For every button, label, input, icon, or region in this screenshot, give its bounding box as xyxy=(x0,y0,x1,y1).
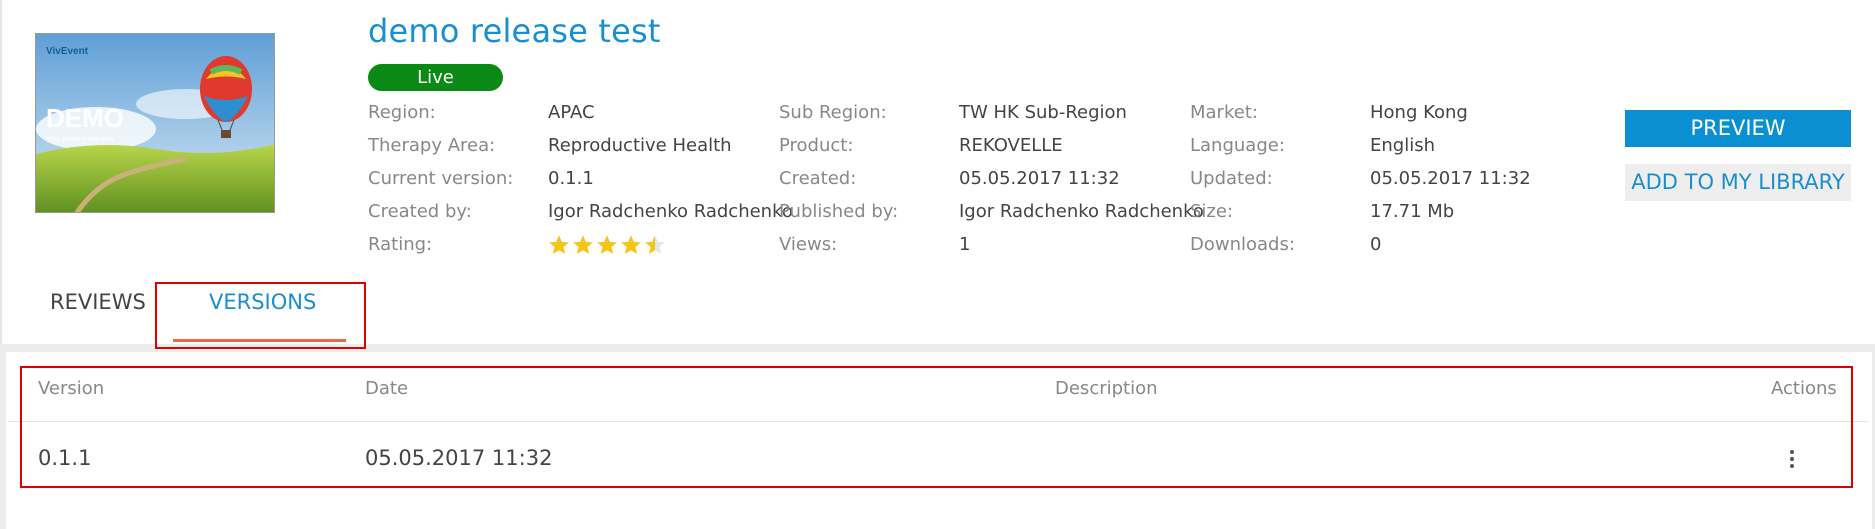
star-icon xyxy=(621,235,641,254)
subregion-value: TW HK Sub-Region xyxy=(959,102,1127,123)
updated-label: Updated: xyxy=(1190,168,1273,189)
meta-labels-col2: Sub Region: Product: Created: Published … xyxy=(779,96,898,261)
views-value: 1 xyxy=(959,234,971,255)
size-value: 17.71 Mb xyxy=(1370,201,1455,222)
thumbnail-brand-text: VivEvent xyxy=(46,46,89,57)
therapy-label: Therapy Area: xyxy=(368,135,496,156)
meta-labels-col3: Market: Language: Updated: Size: Downloa… xyxy=(1190,96,1295,261)
views-label: Views: xyxy=(779,234,838,255)
subregion-label: Sub Region: xyxy=(779,102,887,123)
rating-stars xyxy=(548,228,793,261)
created-label: Created: xyxy=(779,168,857,189)
region-label: Region: xyxy=(368,102,436,123)
product-label: Product: xyxy=(779,135,854,156)
status-badge: Live xyxy=(368,64,503,91)
star-icon xyxy=(573,235,593,254)
asset-title: demo release test xyxy=(368,12,661,50)
updated-value: 05.05.2017 11:32 xyxy=(1370,168,1531,189)
highlight-box-versions-table xyxy=(20,366,1853,488)
rating-label: Rating: xyxy=(368,234,433,255)
market-value: Hong Kong xyxy=(1370,102,1468,123)
size-label: Size: xyxy=(1190,201,1234,222)
published-by-value: Igor Radchenko Radchenko xyxy=(959,201,1204,222)
region-value: APAC xyxy=(548,102,595,123)
thumbnail-tagline: Your smart e-detailing xyxy=(46,136,114,143)
created-value: 05.05.2017 11:32 xyxy=(959,168,1120,189)
created-by-value: Igor Radchenko Radchenko xyxy=(548,201,793,222)
market-label: Market: xyxy=(1190,102,1258,123)
downloads-value: 0 xyxy=(1370,234,1382,255)
created-by-label: Created by: xyxy=(368,201,472,222)
star-icon xyxy=(549,235,569,254)
thumbnail-demo-text: DEMO xyxy=(46,103,124,133)
meta-labels-col1: Region: Therapy Area: Current version: C… xyxy=(368,96,513,261)
meta-values-col2: TW HK Sub-Region REKOVELLE 05.05.2017 11… xyxy=(959,96,1204,261)
language-value: English xyxy=(1370,135,1435,156)
tab-reviews[interactable]: REVIEWS xyxy=(50,290,146,314)
add-to-library-button[interactable]: ADD TO MY LIBRARY xyxy=(1625,164,1851,201)
downloads-label: Downloads: xyxy=(1190,234,1295,255)
star-icon xyxy=(645,235,665,254)
published-by-label: Published by: xyxy=(779,201,899,222)
highlight-box-versions-tab xyxy=(155,282,366,349)
meta-values-col1: APAC Reproductive Health 0.1.1 Igor Radc… xyxy=(548,96,793,261)
product-value: REKOVELLE xyxy=(959,135,1063,156)
language-label: Language: xyxy=(1190,135,1285,156)
meta-values-col3: Hong Kong English 05.05.2017 11:32 17.71… xyxy=(1370,96,1531,261)
star-icon xyxy=(597,235,617,254)
preview-button[interactable]: PREVIEW xyxy=(1625,110,1851,147)
current-version-label: Current version: xyxy=(368,168,514,189)
therapy-value: Reproductive Health xyxy=(548,135,732,156)
current-version-value: 0.1.1 xyxy=(548,168,594,189)
asset-thumbnail[interactable]: VivEvent DEMO Your smart e-detailing xyxy=(35,33,275,213)
